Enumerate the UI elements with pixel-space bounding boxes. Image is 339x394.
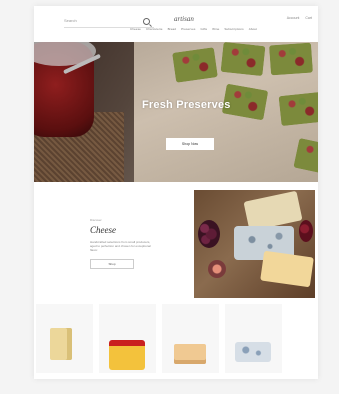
feature-shop-button[interactable]: Shop — [90, 259, 134, 269]
feature-section: Discover Cheese Handcrafted selections f… — [90, 218, 160, 270]
nav-item-wine[interactable]: Wine — [212, 27, 219, 31]
soft-cheese-slice-icon — [174, 344, 206, 364]
grapes-image — [198, 220, 220, 248]
preserve-bar-image — [220, 42, 266, 77]
yellow-cheese-image — [260, 250, 314, 288]
grapes-image — [299, 220, 313, 242]
product-card[interactable] — [36, 304, 93, 373]
cart-link[interactable]: Cart — [305, 16, 312, 20]
feature-kicker: Discover — [90, 218, 102, 222]
nav-item-bread[interactable]: Bread — [168, 27, 177, 31]
hero-title: Fresh Preserves — [142, 99, 231, 111]
nav-item-about[interactable]: About — [249, 27, 257, 31]
preserve-bar-image — [172, 47, 218, 83]
main-nav: Cheese Charcuterie Bread Preserves Gifts… — [130, 27, 257, 31]
fig-image — [208, 260, 226, 278]
account-link[interactable]: Account — [287, 16, 300, 20]
account-links: Account Cart — [287, 16, 312, 20]
blue-cheese-icon — [235, 342, 271, 362]
cheese-board-image[interactable] — [194, 190, 315, 298]
feature-description: Handcrafted selections from small produc… — [90, 240, 151, 252]
aged-cheese-wedge-icon — [50, 328, 72, 360]
hero-banner[interactable]: Fresh Preserves Shop Now — [34, 42, 318, 182]
nav-item-cheese[interactable]: Cheese — [130, 27, 141, 31]
hero-shop-button[interactable]: Shop Now — [166, 138, 214, 150]
product-card[interactable] — [225, 304, 282, 373]
feature-title: Cheese — [90, 225, 116, 235]
site-logo[interactable]: artisan — [174, 15, 194, 23]
preserve-bar-image — [269, 42, 313, 76]
site-header: Search artisan Account Cart Cheese Charc… — [34, 6, 318, 42]
search-placeholder: Search — [64, 18, 77, 23]
nav-item-charcuterie[interactable]: Charcuterie — [146, 27, 163, 31]
red-wax-cheese-icon — [109, 340, 145, 370]
nav-item-preserves[interactable]: Preserves — [181, 27, 195, 31]
product-grid — [36, 304, 282, 373]
nav-item-subscriptions[interactable]: Subscriptions — [224, 27, 243, 31]
preserve-bar-image — [278, 91, 318, 127]
product-card[interactable] — [99, 304, 156, 373]
nav-item-gifts[interactable]: Gifts — [200, 27, 207, 31]
product-card[interactable] — [162, 304, 219, 373]
search-icon[interactable] — [143, 18, 150, 25]
